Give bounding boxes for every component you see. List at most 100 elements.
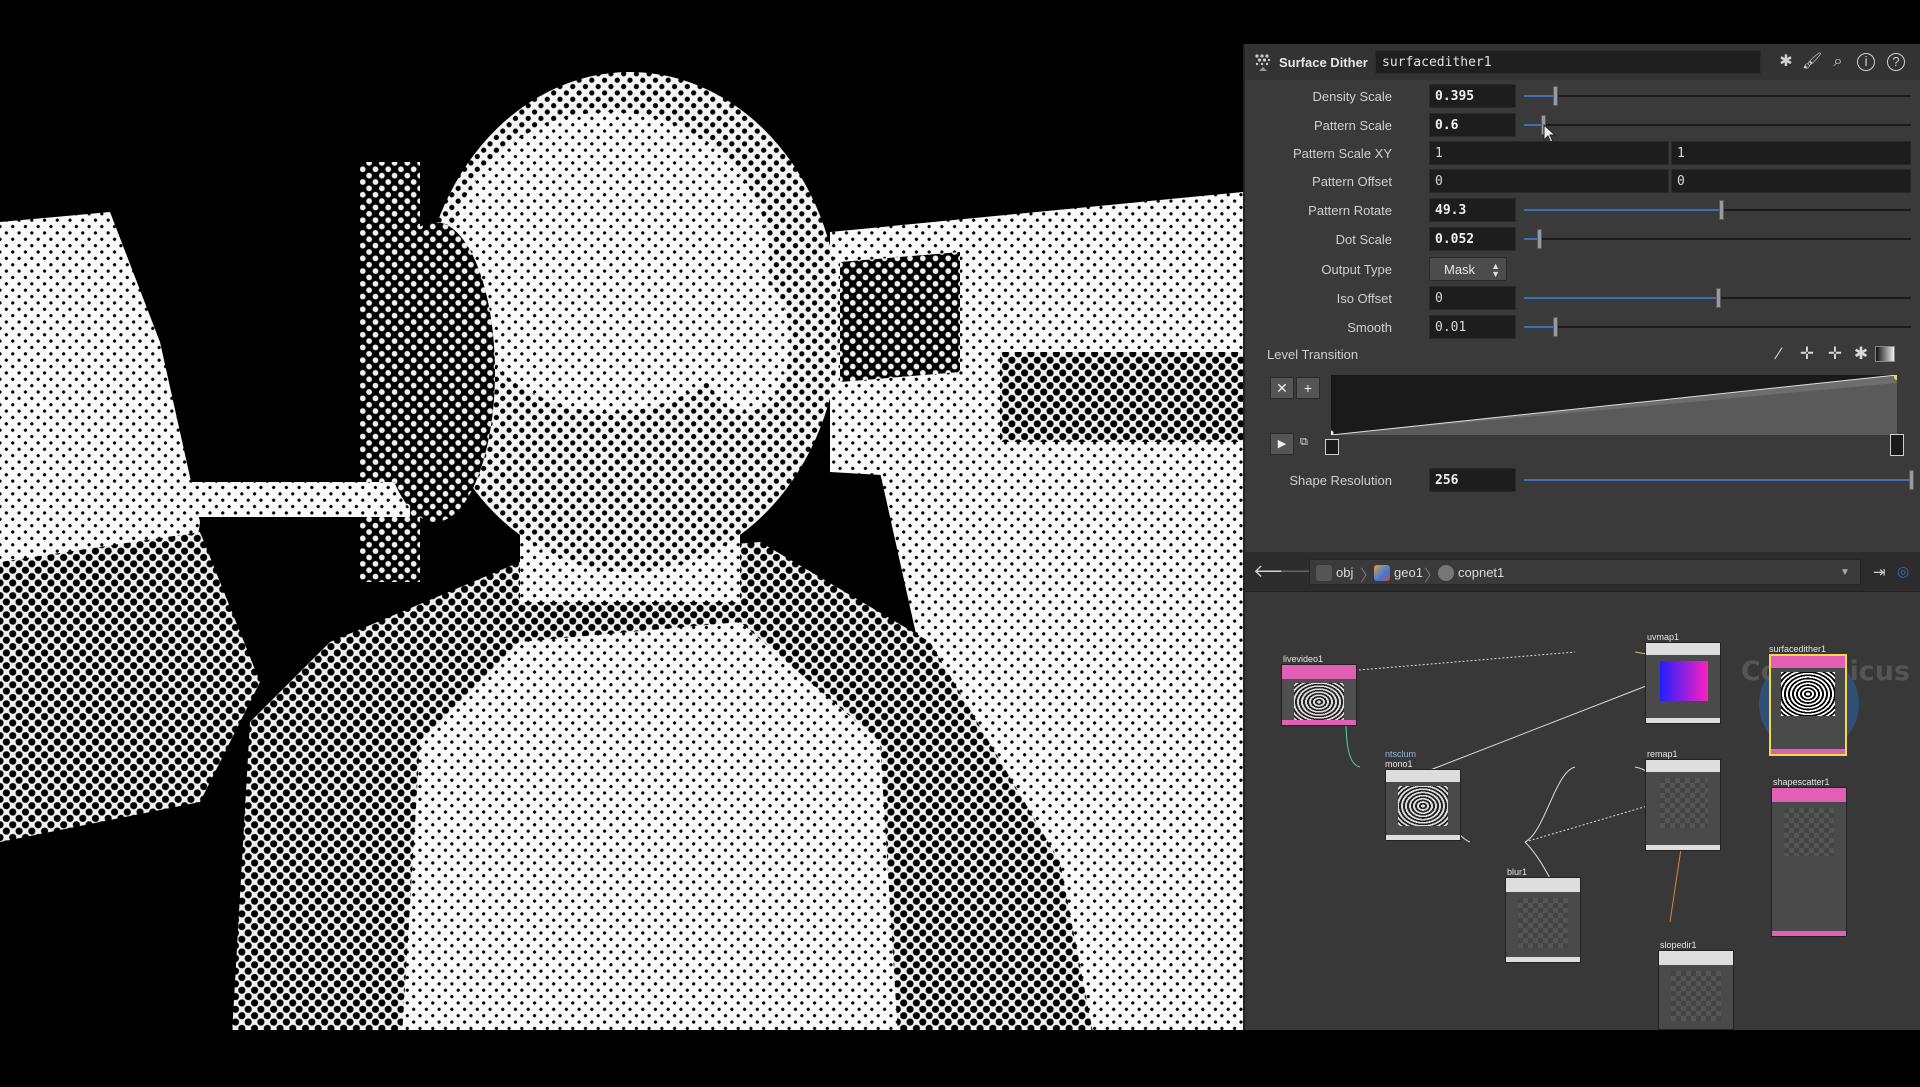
- dropdown-value: Mask: [1444, 262, 1476, 277]
- breadcrumb-copnet1[interactable]: copnet1: [1458, 565, 1504, 580]
- pattern-rotate-field[interactable]: 49.3: [1429, 198, 1516, 222]
- ramp-key-left[interactable]: [1325, 439, 1339, 455]
- link-target-icon[interactable]: ◎: [1897, 563, 1909, 580]
- network-canvas[interactable]: Copernicus livevideo1 ntsclum mono1: [1245, 592, 1920, 1030]
- param-label: Smooth: [1347, 320, 1392, 335]
- breadcrumb-obj[interactable]: obj: [1336, 565, 1353, 580]
- param-label: Shape Resolution: [1289, 473, 1392, 488]
- smooth-slider[interactable]: [1524, 317, 1911, 337]
- ramp-gear-icon[interactable]: ✱: [1849, 343, 1873, 365]
- slider-handle[interactable]: [1552, 317, 1558, 337]
- add-key-icon[interactable]: ✛: [1795, 343, 1819, 365]
- pattern-scale-x-field[interactable]: 1: [1429, 141, 1669, 165]
- bottom-letterbox: [0, 1030, 1920, 1087]
- halftone-render: [0, 42, 1243, 1069]
- pattern-offset-y-field[interactable]: 0: [1671, 169, 1911, 193]
- node-type-label: Surface Dither: [1279, 55, 1368, 70]
- param-label: Pattern Scale: [1313, 118, 1392, 133]
- param-label: Pattern Rotate: [1308, 203, 1392, 218]
- pattern-scale-slider[interactable]: [1524, 115, 1911, 135]
- node-label-surfacedither1: surfacedither1: [1769, 644, 1827, 654]
- density-scale-slider[interactable]: [1524, 86, 1911, 106]
- level-transition-ramp[interactable]: [1331, 375, 1897, 435]
- slider-handle[interactable]: [1715, 288, 1721, 308]
- gear-icon[interactable]: ✱: [1775, 51, 1797, 73]
- ramp-key-right[interactable]: [1890, 434, 1904, 456]
- info-icon[interactable]: i: [1857, 53, 1875, 71]
- node-sublabel-ntsclum: ntsclum: [1385, 749, 1417, 759]
- node-uvmap1[interactable]: [1645, 642, 1721, 724]
- pin-icon[interactable]: ⇥: [1873, 563, 1886, 581]
- search-icon[interactable]: ⌕: [1827, 51, 1849, 73]
- delete-key-button[interactable]: ✕: [1270, 377, 1294, 399]
- obj-icon: [1316, 565, 1332, 581]
- slider-handle[interactable]: [1552, 86, 1558, 106]
- line-tool-icon[interactable]: ⁄: [1767, 343, 1791, 365]
- node-livevideo1[interactable]: [1281, 664, 1357, 726]
- node-blur1[interactable]: [1505, 877, 1581, 963]
- updown-arrow-icon: ▲ ▼: [1491, 261, 1500, 279]
- composite-viewport[interactable]: [0, 42, 1243, 1069]
- play-icon[interactable]: ▶: [1270, 433, 1294, 455]
- pattern-offset-x-field[interactable]: 0: [1429, 169, 1669, 193]
- node-shapescatter1[interactable]: [1771, 787, 1847, 937]
- gradient-preview-icon[interactable]: [1875, 346, 1895, 362]
- param-label: Dot Scale: [1335, 232, 1392, 247]
- shape-resolution-slider[interactable]: [1524, 470, 1914, 490]
- copnet-icon: [1438, 565, 1454, 581]
- network-path-bar: 🡐 🡒 obj 〉 geo1 〉 copnet1 ▼ ⇥ ◎: [1245, 552, 1920, 592]
- param-pattern-scale: Pattern Scale 0.6: [1245, 112, 1920, 144]
- dot-scale-field[interactable]: 0.052: [1429, 227, 1516, 251]
- dot-scale-slider[interactable]: [1524, 229, 1911, 249]
- iso-offset-slider[interactable]: [1524, 288, 1911, 308]
- network-editor: 🡐 🡒 obj 〉 geo1 〉 copnet1 ▼ ⇥ ◎ Copernicu…: [1243, 552, 1920, 1030]
- node-label-shapescatter1: shapescatter1: [1773, 777, 1830, 787]
- node-name-field[interactable]: surfacedither1: [1375, 50, 1761, 74]
- param-density-scale: Density Scale 0.395: [1245, 83, 1920, 109]
- param-pattern-rotate: Pattern Rotate 49.3: [1245, 197, 1920, 223]
- node-label-livevideo1: livevideo1: [1283, 654, 1324, 664]
- output-type-dropdown[interactable]: Mask ▲ ▼: [1429, 257, 1507, 281]
- insert-key-icon[interactable]: ✛: [1823, 343, 1847, 365]
- param-output-type: Output Type Mask ▲ ▼: [1245, 256, 1920, 282]
- parameter-header: Surface Dither surfacedither1 ✱ 🖌 ⌕ i ?: [1245, 44, 1920, 80]
- node-label-slopedir1: slopedir1: [1660, 940, 1697, 950]
- param-pattern-offset: Pattern Offset 0 0: [1245, 168, 1920, 194]
- pattern-rotate-slider[interactable]: [1524, 200, 1911, 220]
- node-mono1[interactable]: [1385, 769, 1461, 841]
- param-label: Pattern Scale XY: [1293, 146, 1392, 161]
- slider-handle[interactable]: [1537, 229, 1543, 249]
- density-scale-field[interactable]: 0.395: [1429, 84, 1516, 108]
- iso-offset-field[interactable]: 0: [1429, 286, 1516, 310]
- node-remap1[interactable]: [1645, 759, 1721, 851]
- node-slopedir1[interactable]: [1658, 950, 1734, 1030]
- node-label-blur1: blur1: [1507, 867, 1528, 877]
- add-key-button[interactable]: +: [1296, 377, 1320, 399]
- param-label: Pattern Offset: [1312, 174, 1392, 189]
- pattern-scale-y-field[interactable]: 1: [1671, 141, 1911, 165]
- geo-icon: [1374, 565, 1390, 581]
- param-smooth: Smooth 0.01: [1245, 314, 1920, 340]
- chevron-down-icon[interactable]: ▼: [1840, 567, 1850, 578]
- breadcrumb-geo1[interactable]: geo1: [1394, 565, 1423, 580]
- pattern-scale-field[interactable]: 0.6: [1429, 113, 1516, 137]
- parameter-panel: Surface Dither surfacedither1 ✱ 🖌 ⌕ i ? …: [1243, 44, 1920, 552]
- path-breadcrumb: obj 〉 geo1 〉 copnet1 ▼: [1309, 559, 1861, 585]
- slider-handle[interactable]: [1909, 470, 1914, 490]
- param-shape-resolution: Shape Resolution 256: [1245, 467, 1920, 493]
- param-label: Iso Offset: [1336, 291, 1392, 306]
- param-pattern-scale-xy: Pattern Scale XY 1 1: [1245, 140, 1920, 166]
- param-dot-scale: Dot Scale 0.052: [1245, 226, 1920, 252]
- node-surfacedither1[interactable]: [1769, 654, 1847, 756]
- param-label: Output Type: [1321, 262, 1392, 277]
- level-transition-label: Level Transition: [1267, 347, 1359, 362]
- param-iso-offset: Iso Offset 0: [1245, 285, 1920, 311]
- brush-icon[interactable]: 🖌: [1801, 51, 1823, 73]
- param-label: Density Scale: [1312, 89, 1392, 104]
- key-link-icon[interactable]: ⧉: [1300, 436, 1308, 449]
- smooth-field[interactable]: 0.01: [1429, 315, 1516, 339]
- help-icon[interactable]: ?: [1887, 53, 1905, 71]
- node-label-mono1: mono1: [1385, 759, 1413, 769]
- shape-resolution-field[interactable]: 256: [1429, 468, 1516, 492]
- slider-handle[interactable]: [1719, 200, 1725, 220]
